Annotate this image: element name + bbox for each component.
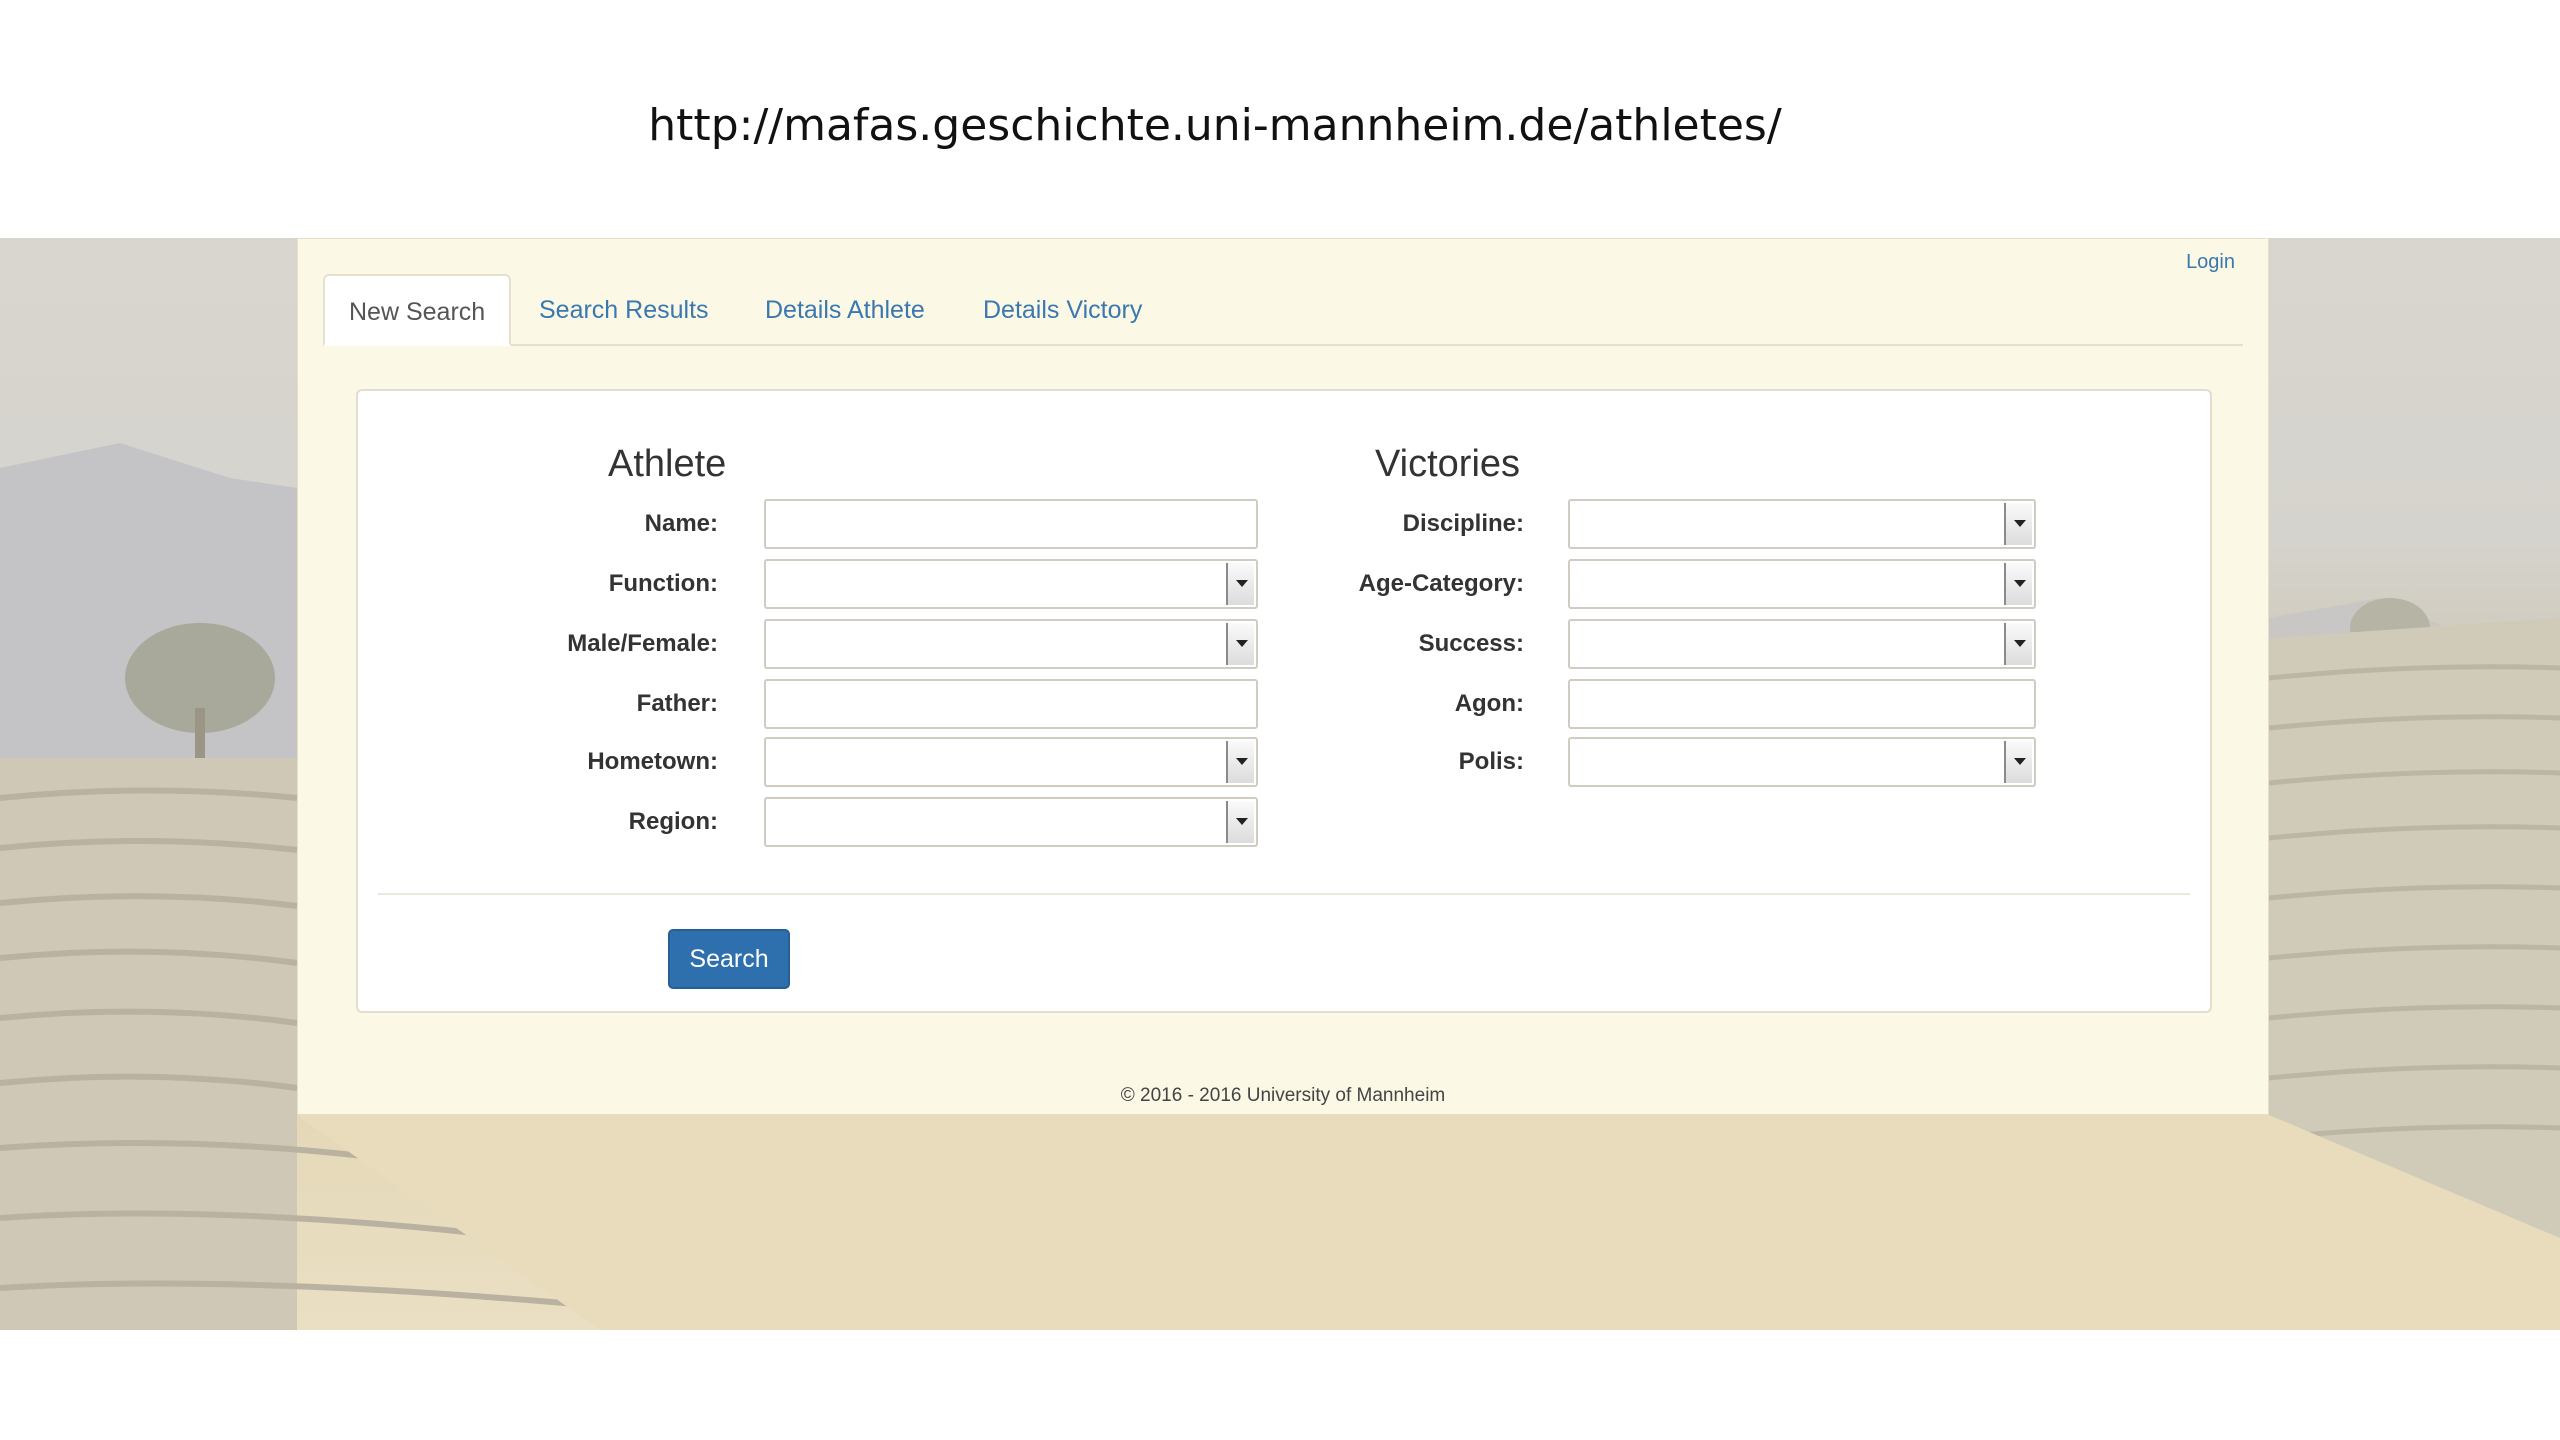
- tab-search-results[interactable]: Search Results: [539, 274, 709, 344]
- tab-bar: New Search Search Results Details Athlet…: [323, 274, 2243, 346]
- chevron-down-icon[interactable]: [2004, 563, 2032, 605]
- search-button[interactable]: Search: [668, 929, 790, 989]
- function-label: Function:: [608, 570, 718, 597]
- polis-select[interactable]: [1568, 737, 2036, 787]
- region-label: Region:: [628, 808, 718, 835]
- hometown-select[interactable]: [764, 737, 1258, 787]
- footer-copyright: © 2016 - 2016 University of Mannheim: [1120, 1085, 1446, 1106]
- success-select[interactable]: [1568, 619, 2036, 669]
- page-panel: Login New Search Search Results Details …: [297, 238, 2269, 1115]
- region-select[interactable]: [764, 797, 1258, 847]
- function-select[interactable]: [764, 559, 1258, 609]
- search-form: Athlete Name: Function: Male/Female: Fat…: [356, 389, 2212, 1013]
- male-female-select[interactable]: [764, 619, 1258, 669]
- tab-details-victory[interactable]: Details Victory: [983, 274, 1142, 344]
- form-divider: [378, 893, 2190, 895]
- chevron-down-icon[interactable]: [2004, 503, 2032, 545]
- chevron-down-icon[interactable]: [2004, 623, 2032, 665]
- father-label: Father:: [636, 690, 718, 717]
- chevron-down-icon[interactable]: [2004, 741, 2032, 783]
- chevron-down-icon[interactable]: [1226, 801, 1254, 843]
- agon-input[interactable]: [1568, 679, 2036, 729]
- father-input[interactable]: [764, 679, 1258, 729]
- agon-label: Agon:: [1454, 690, 1524, 717]
- name-input[interactable]: [764, 499, 1258, 549]
- success-label: Success:: [1418, 630, 1524, 657]
- polis-label: Polis:: [1458, 748, 1524, 775]
- tab-new-search[interactable]: New Search: [323, 274, 512, 346]
- victories-section-title: Victories: [1375, 443, 1521, 485]
- name-label: Name:: [644, 510, 718, 537]
- age-category-select[interactable]: [1568, 559, 2036, 609]
- male-female-label: Male/Female:: [567, 630, 718, 657]
- url-caption: http://mafas.geschichte.uni-mannheim.de/…: [648, 100, 1782, 151]
- discipline-label: Discipline:: [1402, 510, 1524, 537]
- hometown-label: Hometown:: [587, 748, 718, 775]
- tab-details-athlete[interactable]: Details Athlete: [765, 274, 925, 344]
- discipline-select[interactable]: [1568, 499, 2036, 549]
- athlete-section-title: Athlete: [608, 443, 727, 485]
- login-link[interactable]: Login: [2186, 251, 2235, 274]
- age-category-label: Age-Category:: [1358, 570, 1524, 597]
